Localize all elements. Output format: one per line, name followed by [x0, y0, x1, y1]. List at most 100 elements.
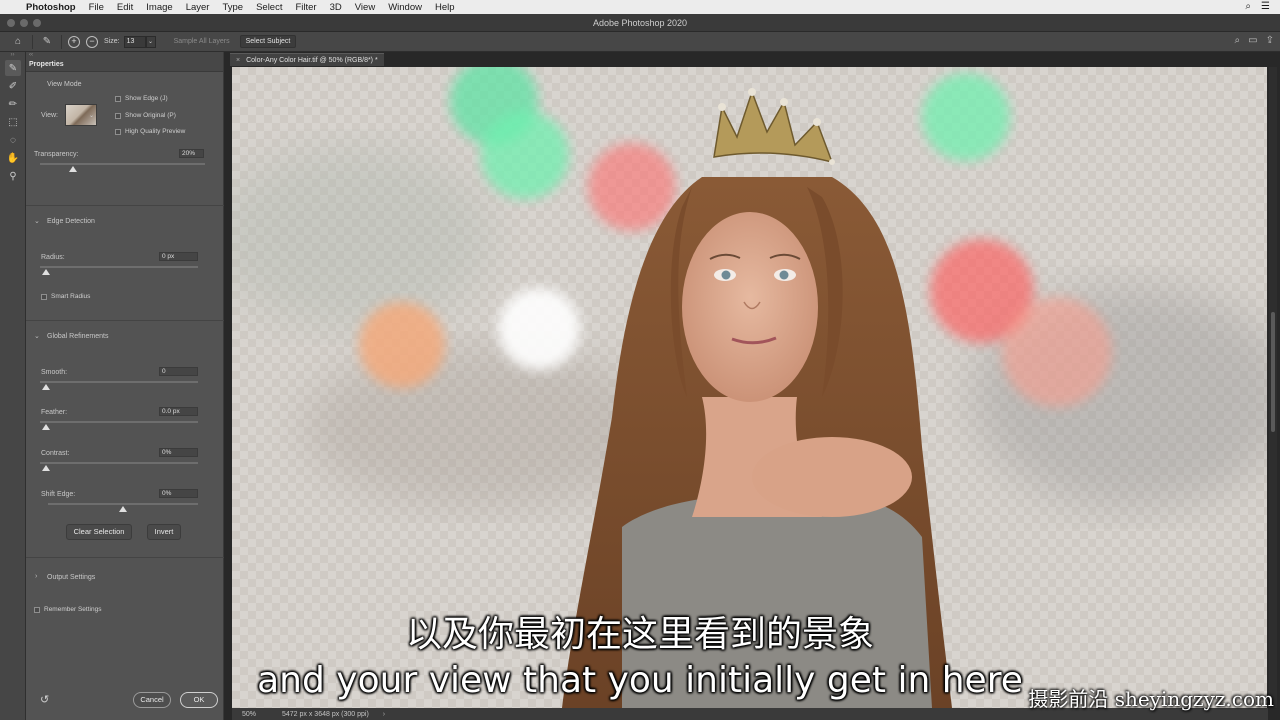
view-mode-dropdown-icon[interactable]: ⌄: [89, 112, 94, 119]
show-original-label: Show Original (P): [125, 112, 176, 119]
contrast-slider-thumb[interactable]: [42, 465, 50, 471]
high-quality-preview-label: High Quality Preview: [125, 128, 186, 135]
menu-select[interactable]: Select: [256, 2, 282, 13]
home-icon[interactable]: ⌂: [10, 34, 26, 50]
document-tab-title: Color-Any Color Hair.tif @ 50% (RGB/8*) …: [246, 56, 378, 64]
menu-edit[interactable]: Edit: [117, 2, 133, 13]
smooth-label: Smooth:: [41, 369, 68, 376]
view-label: View:: [41, 112, 58, 119]
menu-filter[interactable]: Filter: [295, 2, 316, 13]
feather-slider-track[interactable]: [40, 421, 198, 423]
properties-tab[interactable]: Properties: [29, 61, 64, 68]
zoom-level[interactable]: 50%: [232, 711, 272, 718]
menu-file[interactable]: File: [89, 2, 104, 13]
shift-edge-slider-track[interactable]: [48, 503, 198, 505]
watermark: 摄影前沿 sheyingzyz.com: [1028, 687, 1274, 711]
options-bar: ⌂ ✎ + − Size: 13 ⌄ Sample All Layers Sel…: [0, 32, 1280, 52]
quick-selection-icon[interactable]: ✎: [5, 60, 21, 76]
high-quality-preview-checkbox[interactable]: High Quality Preview: [115, 128, 185, 135]
brush-icon[interactable]: ✏: [5, 96, 21, 112]
section-divider: [26, 320, 224, 321]
menu-layer[interactable]: Layer: [186, 2, 210, 13]
share-icon[interactable]: ⇪: [1266, 35, 1274, 46]
tool-strip-grip[interactable]: ››: [0, 52, 25, 58]
show-edge-checkbox[interactable]: Show Edge (J): [115, 95, 168, 102]
properties-panel-header: ‹‹ Properties: [26, 52, 223, 72]
size-input[interactable]: 13: [123, 35, 146, 48]
transparency-input[interactable]: 20%: [179, 149, 204, 158]
menu-type[interactable]: Type: [222, 2, 243, 13]
menu-view[interactable]: View: [355, 2, 375, 13]
tool-preset-brush-icon[interactable]: ✎: [39, 34, 55, 50]
menu-help[interactable]: Help: [435, 2, 455, 13]
feather-label: Feather:: [41, 409, 68, 416]
shift-edge-slider-thumb[interactable]: [119, 506, 127, 512]
spotlight-search-icon[interactable]: ⌕: [1245, 1, 1251, 12]
edge-detection-title[interactable]: Edge Detection: [47, 218, 95, 225]
global-refinements-title[interactable]: Global Refinements: [47, 333, 108, 340]
show-original-checkbox[interactable]: Show Original (P): [115, 112, 176, 119]
shift-edge-input[interactable]: 0%: [159, 489, 198, 498]
radius-input[interactable]: 0 px: [159, 252, 198, 261]
expand-detection-area-button[interactable]: +: [68, 35, 80, 48]
window-title: Adobe Photoshop 2020: [592, 18, 688, 28]
clear-selection-button[interactable]: Clear Selection: [66, 524, 132, 540]
checkbox-box: [115, 95, 121, 102]
title-bar: Adobe Photoshop 2020: [0, 14, 1280, 32]
hand-icon[interactable]: ✋: [5, 150, 21, 166]
output-settings-chevron-icon[interactable]: ›: [35, 573, 37, 580]
checkbox-box: [115, 128, 121, 135]
radius-slider-thumb[interactable]: [42, 269, 50, 275]
workspace-icon[interactable]: ▭: [1248, 35, 1257, 46]
control-center-icon[interactable]: ☰: [1261, 1, 1270, 12]
transparency-slider-track[interactable]: [40, 163, 205, 165]
menu-window[interactable]: Window: [388, 2, 422, 13]
output-settings-title[interactable]: Output Settings: [47, 574, 95, 581]
sample-all-layers-checkbox[interactable]: Sample All Layers: [174, 38, 230, 45]
edge-detection-chevron-icon[interactable]: ⌄: [34, 217, 40, 225]
subtitle-chinese: 以及你最初在这里看到的景象: [405, 614, 874, 655]
object-selection-icon[interactable]: ⬚: [5, 114, 21, 130]
document-tab[interactable]: × Color-Any Color Hair.tif @ 50% (RGB/8*…: [230, 53, 384, 66]
refine-edge-brush-icon[interactable]: ✐: [5, 78, 21, 94]
radius-slider-track[interactable]: [40, 266, 198, 268]
section-divider: [26, 205, 224, 206]
shift-edge-label: Shift Edge:: [41, 491, 76, 498]
contrast-slider-track[interactable]: [40, 462, 198, 464]
close-document-icon[interactable]: ×: [236, 57, 240, 64]
radius-label: Radius:: [41, 254, 65, 261]
smart-radius-label: Smart Radius: [51, 293, 91, 300]
smooth-slider-track[interactable]: [40, 381, 198, 383]
smart-radius-checkbox[interactable]: Smart Radius: [41, 293, 90, 300]
checkbox-box: [41, 293, 47, 300]
menu-app-name[interactable]: Photoshop: [26, 2, 76, 13]
size-dropdown-icon[interactable]: ⌄: [145, 35, 156, 48]
contrast-input[interactable]: 0%: [159, 448, 198, 457]
menu-bar: Photoshop File Edit Image Layer Type Sel…: [0, 0, 1280, 14]
feather-slider-thumb[interactable]: [42, 424, 50, 430]
menu-image[interactable]: Image: [146, 2, 172, 13]
smooth-slider-thumb[interactable]: [42, 384, 50, 390]
smooth-input[interactable]: 0: [159, 367, 198, 376]
search-icon[interactable]: ⌕: [1235, 35, 1241, 46]
feather-input[interactable]: 0.0 px: [159, 407, 198, 416]
contrast-label: Contrast:: [41, 450, 70, 457]
global-refinements-chevron-icon[interactable]: ⌄: [34, 332, 40, 340]
lasso-icon[interactable]: ◌: [5, 132, 21, 148]
options-separator: [32, 34, 33, 49]
transparency-label: Transparency:: [34, 151, 79, 158]
collapse-panel-icon[interactable]: ‹‹: [29, 52, 33, 58]
section-divider: [26, 557, 224, 558]
transparency-slider-thumb[interactable]: [69, 166, 77, 172]
select-subject-button[interactable]: Select Subject: [239, 35, 297, 48]
scrollbar-thumb[interactable]: [1271, 312, 1275, 432]
status-menu-chevron-icon[interactable]: ›: [383, 711, 385, 718]
zoom-icon[interactable]: ⚲: [5, 168, 21, 184]
view-mode-title: View Mode: [47, 81, 82, 88]
menu-3d[interactable]: 3D: [330, 2, 342, 13]
invert-button[interactable]: Invert: [147, 524, 181, 540]
restore-original-edge-button[interactable]: −: [86, 35, 98, 48]
document-info: 5472 px x 3648 px (300 ppi): [282, 710, 369, 718]
show-edge-label: Show Edge (J): [125, 95, 168, 102]
options-separator: [61, 34, 62, 49]
